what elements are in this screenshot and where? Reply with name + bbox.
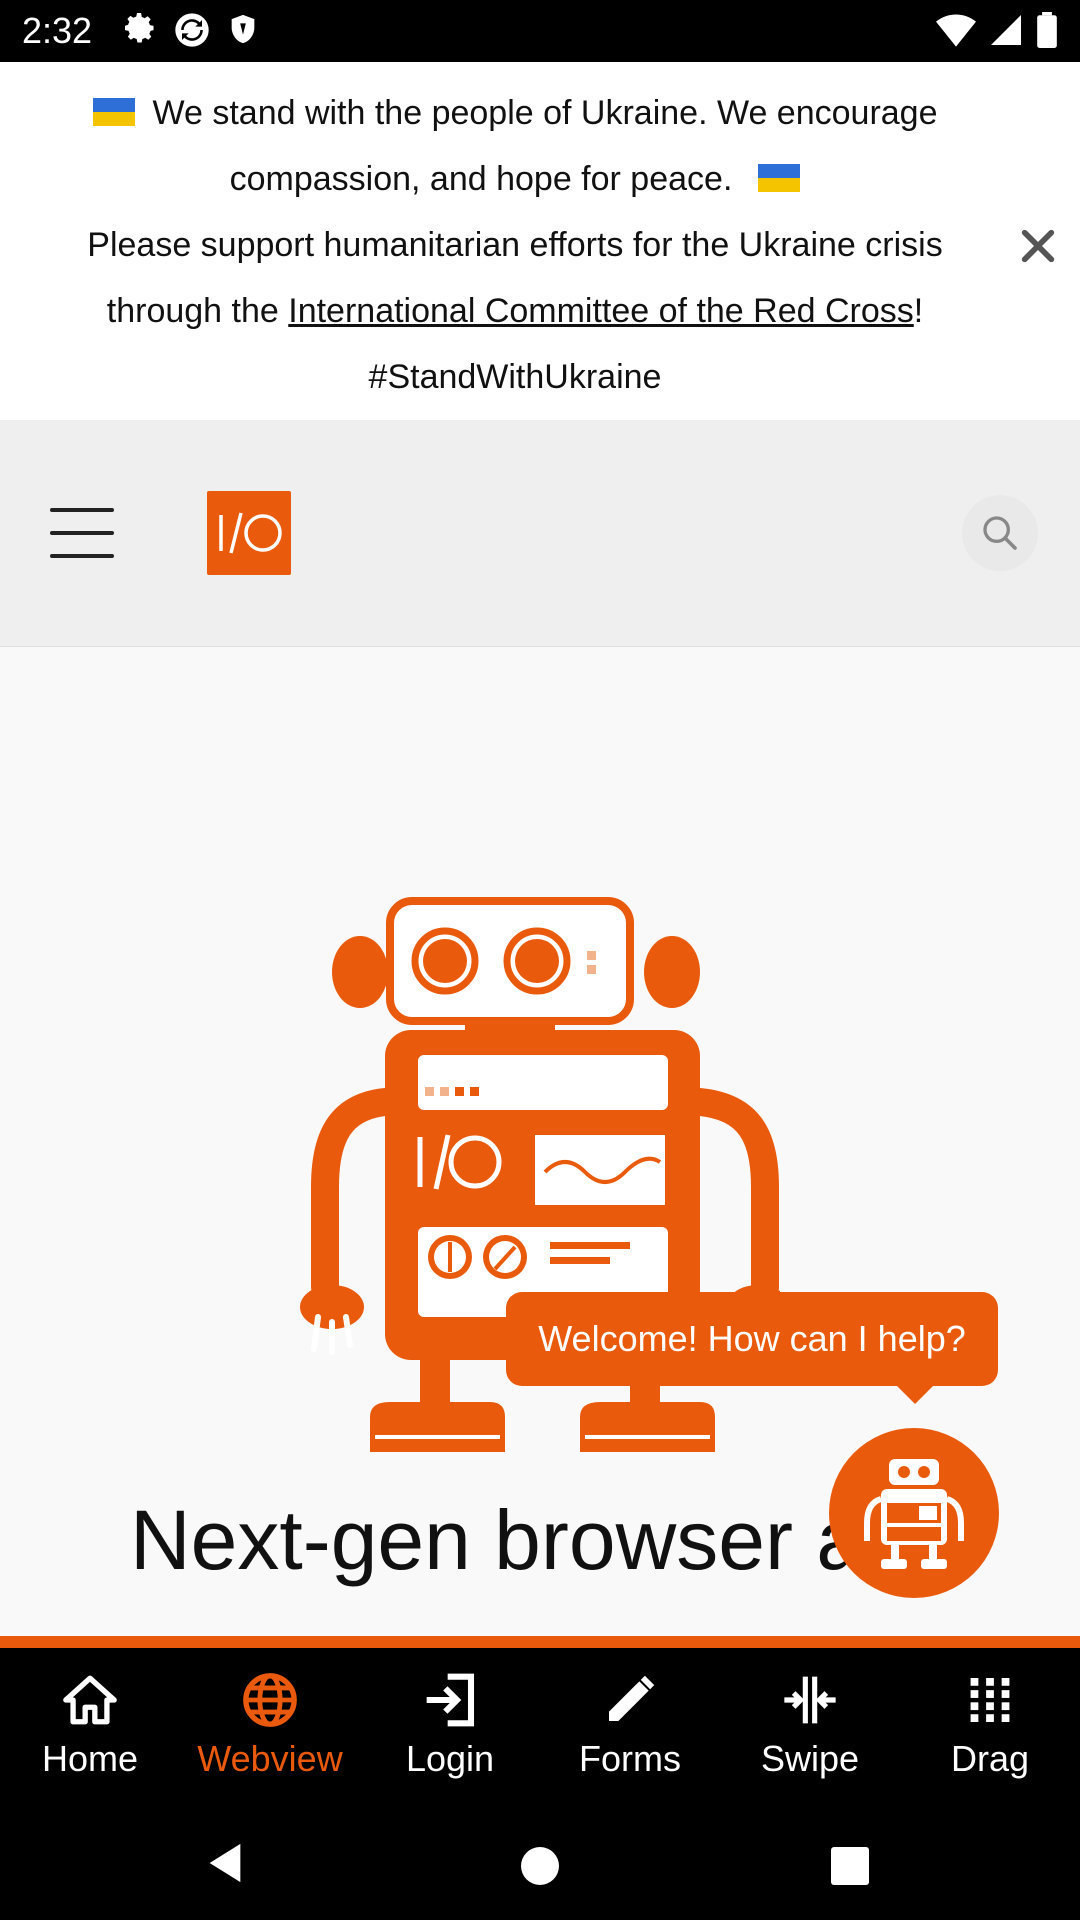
recents-icon[interactable] bbox=[830, 1846, 870, 1886]
close-icon bbox=[1021, 229, 1055, 263]
tab-login[interactable]: Login bbox=[360, 1648, 540, 1810]
pencil-icon bbox=[602, 1670, 658, 1730]
signal-icon bbox=[991, 15, 1021, 45]
sync-icon bbox=[175, 13, 209, 47]
hamburger-icon-line bbox=[50, 531, 114, 535]
chat-assistant-button[interactable] bbox=[829, 1428, 999, 1598]
tab-webview-label: Webview bbox=[197, 1738, 343, 1779]
status-bar: 2:32 bbox=[0, 0, 1080, 62]
chat-bubble-tail bbox=[895, 1384, 935, 1404]
system-nav-bar bbox=[0, 1810, 1080, 1920]
tabbar-top-accent bbox=[0, 1636, 1080, 1648]
tab-login-label: Login bbox=[405, 1738, 495, 1779]
banner-close-button[interactable] bbox=[1010, 218, 1066, 274]
io-logo-icon bbox=[219, 512, 282, 554]
tab-swipe-label: Swipe bbox=[760, 1738, 860, 1779]
ukraine-flag-icon bbox=[92, 82, 135, 126]
login-icon bbox=[422, 1670, 478, 1730]
ukraine-flag-icon bbox=[758, 148, 801, 192]
banner-text: We stand with the people of Ukraine. We … bbox=[30, 80, 1000, 410]
home-nav-icon[interactable] bbox=[520, 1846, 560, 1886]
grid-icon bbox=[970, 1670, 1010, 1730]
chat-welcome-bubble[interactable]: Welcome! How can I help? bbox=[506, 1292, 998, 1386]
tab-forms-label: Forms bbox=[579, 1738, 681, 1779]
tab-webview[interactable]: Webview bbox=[180, 1648, 360, 1810]
search-icon bbox=[983, 516, 1017, 550]
globe-icon bbox=[241, 1670, 299, 1730]
hero-headline: Next-gen browser a bbox=[130, 1493, 863, 1587]
tab-forms[interactable]: Forms bbox=[540, 1648, 720, 1810]
status-time: 2:32 bbox=[22, 10, 93, 51]
hamburger-icon-line bbox=[50, 554, 114, 558]
hamburger-icon bbox=[50, 508, 114, 512]
battery-icon bbox=[1037, 12, 1057, 48]
tab-swipe[interactable]: Swipe bbox=[720, 1648, 900, 1810]
tab-drag[interactable]: Drag bbox=[900, 1648, 1080, 1810]
site-logo[interactable] bbox=[207, 491, 291, 575]
tab-home[interactable]: Home bbox=[0, 1648, 180, 1810]
back-icon[interactable] bbox=[205, 1840, 245, 1886]
gear-icon bbox=[125, 13, 154, 43]
bottom-tab-bar: Home Webview Login Forms Swipe Drag bbox=[0, 1648, 1080, 1810]
hamburger-menu-button[interactable] bbox=[50, 508, 114, 558]
site-header bbox=[0, 420, 1080, 647]
status-left-icons bbox=[122, 10, 260, 50]
wifi-icon bbox=[936, 14, 976, 47]
banner-hashtag: #StandWithUkraine bbox=[368, 358, 662, 396]
swipe-icon bbox=[781, 1670, 839, 1730]
status-right-icons bbox=[936, 12, 1058, 48]
red-cross-link[interactable]: International Committee of the Red Cross bbox=[288, 292, 914, 330]
banner-line1: We stand with the people of Ukraine. We … bbox=[152, 94, 938, 198]
robot-avatar-icon bbox=[864, 1459, 964, 1569]
search-button[interactable] bbox=[962, 495, 1038, 571]
tab-home-label: Home bbox=[41, 1738, 139, 1779]
chat-bubble-text: Welcome! How can I help? bbox=[538, 1318, 966, 1359]
ukraine-banner: We stand with the people of Ukraine. We … bbox=[0, 62, 1080, 420]
home-icon bbox=[61, 1670, 119, 1730]
tab-drag-label: Drag bbox=[950, 1738, 1030, 1779]
shield-icon bbox=[231, 14, 255, 44]
banner-line2-suffix: ! bbox=[913, 292, 924, 330]
